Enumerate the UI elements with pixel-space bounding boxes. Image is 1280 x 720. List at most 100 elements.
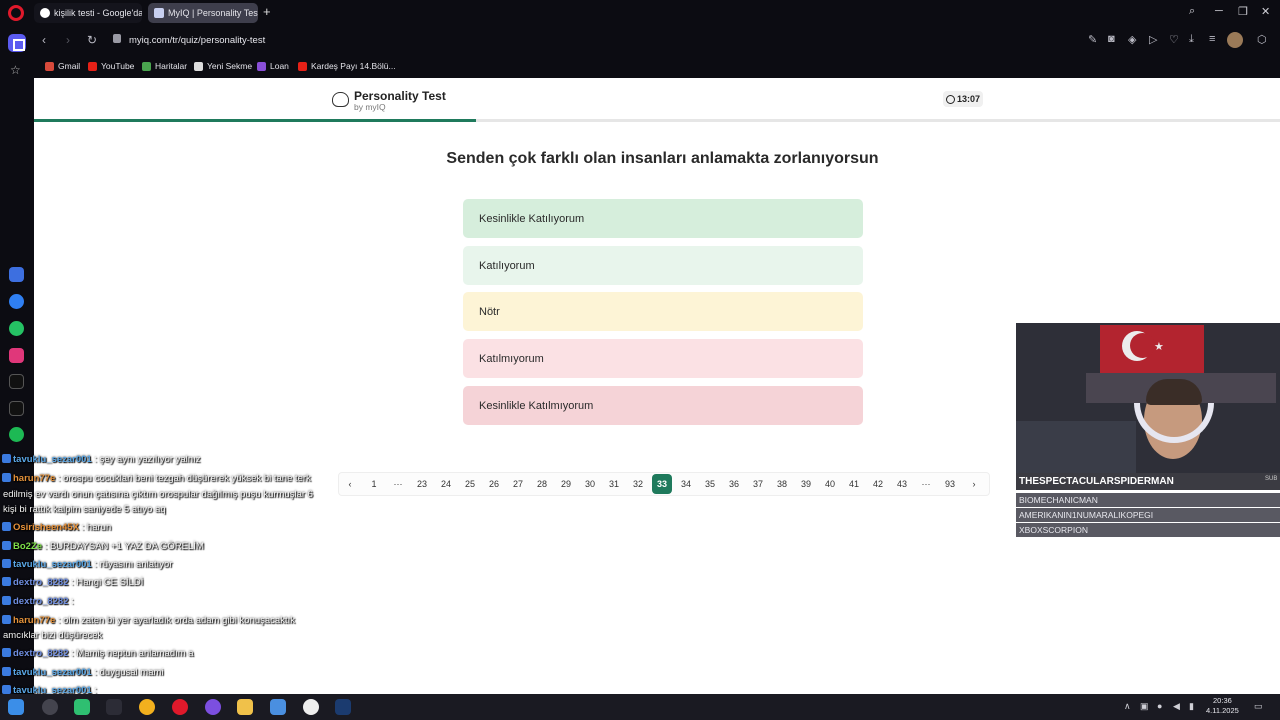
pagination-page[interactable]: 35 [700,474,720,494]
chat-text: : duygusal mami [91,667,164,678]
subscriber-row: AMERIKANIN1NUMARALIKOPEGI [1016,508,1280,522]
store-icon[interactable] [106,699,122,715]
pagination-page[interactable]: 32 [628,474,648,494]
heart-icon[interactable]: ♡ [1169,33,1179,46]
instagram-icon[interactable] [9,348,24,363]
forward-icon[interactable]: › [66,33,70,47]
option-strongly-disagree[interactable]: Kesinlikle Katılmıyorum [463,386,863,425]
windows-taskbar [0,694,1280,720]
opera-logo-icon[interactable] [8,5,24,21]
maximize-icon[interactable]: ❐ [1238,5,1248,18]
app-icon[interactable] [270,699,286,715]
pagination-page[interactable]: 34 [676,474,696,494]
pagination-page[interactable]: 37 [748,474,768,494]
chat-username: harun77e [13,615,56,626]
minimize-icon[interactable]: ─ [1215,5,1223,17]
pagination-page[interactable]: 31 [604,474,624,494]
progress-bar [34,119,1280,122]
aria-icon[interactable] [9,267,24,282]
close-icon[interactable]: ✕ [1261,5,1270,18]
option-agree[interactable]: Katılıyorum [463,246,863,285]
bookmark-maps[interactable]: Haritalar [142,61,187,71]
pagination-next[interactable]: › [964,474,984,494]
start-icon[interactable] [8,699,24,715]
network-icon[interactable]: ▣ [1140,701,1149,712]
pagination-page[interactable]: 24 [436,474,456,494]
download-icon[interactable]: ⤓ [1189,33,1194,46]
bookmark-kardes-payi[interactable]: Kardeş Payı 14.Bölü... [298,61,396,71]
chat-username: harun77e [13,473,56,484]
bookmark-youtube[interactable]: YouTube [88,61,134,71]
reload-icon[interactable]: ↻ [87,33,97,47]
volume-icon[interactable]: ◀ [1173,701,1180,712]
pagination-page[interactable]: 41 [844,474,864,494]
menu-icon[interactable]: ≡ [1209,33,1215,45]
profile-avatar[interactable] [1227,32,1243,48]
option-neutral[interactable]: Nötr [463,292,863,331]
back-icon[interactable]: ‹ [42,33,46,47]
opera-icon[interactable] [172,699,188,715]
pagination-page[interactable]: 36 [724,474,744,494]
pagination-page[interactable]: 93 [940,474,960,494]
mic-icon[interactable]: ● [1157,701,1162,711]
pagination-page[interactable]: 30 [580,474,600,494]
tab-google-search[interactable]: kişilik testi - Google'da Ar [34,3,142,23]
camera-icon[interactable]: ◙ [1108,33,1115,45]
pagination-page[interactable]: 33 [652,474,672,494]
brain-logo-icon[interactable] [332,92,349,107]
gmail-icon [45,61,54,71]
option-disagree[interactable]: Katılmıyorum [463,339,863,378]
bookmark-gmail[interactable]: Gmail [45,61,80,71]
taskview-icon[interactable] [74,699,90,715]
discord-icon[interactable] [205,699,221,715]
chrome-icon[interactable] [139,699,155,715]
obs-icon[interactable] [303,699,319,715]
messenger-icon[interactable] [9,294,24,309]
pagination-page[interactable]: 25 [460,474,480,494]
play-icon[interactable]: ▷ [1149,33,1157,46]
opera-sidebar: ☆ [0,26,34,694]
folder-icon[interactable] [237,699,253,715]
pagination-page[interactable]: 43 [892,474,912,494]
star-icon[interactable]: ☆ [10,63,21,77]
pagination-prev[interactable]: ‹ [340,474,360,494]
x-icon[interactable] [9,401,24,416]
pagination-page[interactable]: 23 [412,474,432,494]
pagination-page[interactable]: 26 [484,474,504,494]
pagination-page[interactable]: 1 [364,474,384,494]
option-strongly-agree[interactable]: Kesinlikle Katılıyorum [463,199,863,238]
new-tab-button[interactable]: + [263,5,271,19]
clock-time: 20:36 [1213,696,1232,705]
chat-username: tavuklu_sezar001 [13,667,92,678]
pagination-page[interactable]: 27 [508,474,528,494]
pagination-page[interactable]: 40 [820,474,840,494]
chat-badge-icon [2,473,11,482]
pagination-page[interactable]: 38 [772,474,792,494]
steam-icon[interactable] [335,699,351,715]
loan-icon [257,61,266,71]
search-icon[interactable] [42,699,58,715]
pagination-page[interactable]: 42 [868,474,888,494]
edit-icon[interactable]: ✎ [1088,33,1097,46]
spotify-icon[interactable] [9,427,24,442]
search-tabs-icon[interactable]: ⌕ [1189,5,1195,18]
battery-icon[interactable]: ▮ [1189,701,1194,712]
url-field[interactable]: myiq.com/tr/quiz/personality-test [129,35,265,46]
pagination-page[interactable]: 28 [532,474,552,494]
lock-icon[interactable] [113,34,121,43]
shield-icon[interactable]: ◈ [1128,33,1136,46]
notification-icon[interactable]: ▭ [1254,701,1263,712]
home-icon[interactable] [8,34,26,52]
bookmark-loan[interactable]: Loan [257,61,289,71]
extensions-icon[interactable]: ⬡ [1257,33,1267,46]
whatsapp-icon[interactable] [9,321,24,336]
pagination-page[interactable]: 39 [796,474,816,494]
tiktok-icon[interactable] [9,374,24,389]
bookmark-new-tab[interactable]: Yeni Sekme [194,61,252,71]
chat-message: Osirisheen45X : harun [2,522,111,533]
chevron-up-icon[interactable]: ∧ [1124,701,1131,712]
tab-myiq[interactable]: MyIQ | Personality Test [148,3,258,23]
google-favicon-icon [40,8,50,18]
clock[interactable]: 20:36 4.11.2025 [1206,696,1239,716]
pagination-page[interactable]: 29 [556,474,576,494]
